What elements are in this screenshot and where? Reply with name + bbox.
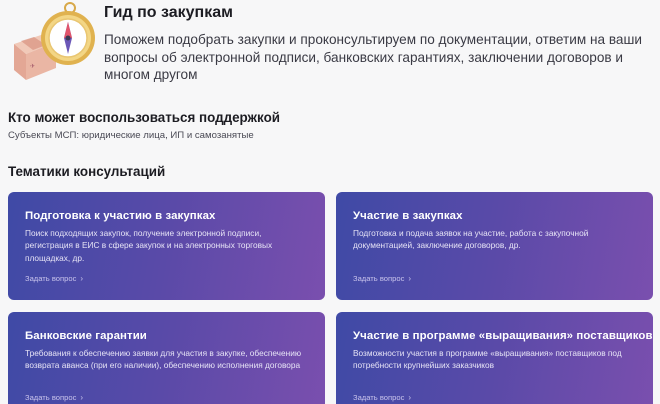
card-description: Требования к обеспечению заявки для учас… — [25, 348, 302, 371]
card-description: Возможности участия в программе «выращив… — [353, 348, 622, 371]
svg-text:✈: ✈ — [30, 63, 35, 70]
hero-description: Поможем подобрать закупки и проконсульти… — [104, 32, 642, 82]
ask-question-link[interactable]: Задать вопрос › — [353, 274, 411, 283]
chevron-right-icon: › — [80, 274, 84, 283]
card-description: Поиск подходящих закупок, получение элек… — [25, 228, 273, 263]
page-title: Гид по закупкам — [104, 4, 233, 21]
chevron-right-icon: › — [408, 393, 412, 402]
card-title: Банковские гарантии — [25, 330, 147, 342]
ask-question-label: Задать вопрос — [353, 393, 405, 402]
compass-and-box-icon: ✈ — [4, 0, 100, 96]
ask-question-label: Задать вопрос — [25, 274, 77, 283]
support-subtitle: Субъекты МСП: юридические лица, ИП и сам… — [8, 130, 254, 141]
chevron-right-icon: › — [80, 393, 84, 402]
topic-card-participation[interactable]: Участие в закупках Подготовка и подача з… — [336, 192, 653, 300]
card-title: Участие в программе «выращивания» постав… — [353, 330, 653, 342]
card-title: Подготовка к участию в закупках — [25, 210, 216, 222]
chevron-right-icon: › — [408, 274, 412, 283]
support-heading: Кто может воспользоваться поддержкой — [8, 110, 280, 125]
ask-question-link[interactable]: Задать вопрос › — [25, 393, 83, 402]
topic-card-bank-guarantees[interactable]: Банковские гарантии Требования к обеспеч… — [8, 312, 325, 404]
card-description: Подготовка и подача заявок на участие, р… — [353, 228, 589, 251]
hero-section: ✈ Гид по закупкам Поможем подобрать заку… — [0, 0, 660, 100]
topic-card-supplier-program[interactable]: Участие в программе «выращивания» постав… — [336, 312, 653, 404]
ask-question-label: Задать вопрос — [25, 393, 77, 402]
ask-question-label: Задать вопрос — [353, 274, 405, 283]
ask-question-link[interactable]: Задать вопрос › — [353, 393, 411, 402]
topic-card-preparation[interactable]: Подготовка к участию в закупках Поиск по… — [8, 192, 325, 300]
card-title: Участие в закупках — [353, 210, 463, 222]
topics-heading: Тематики консультаций — [8, 164, 166, 179]
ask-question-link[interactable]: Задать вопрос › — [25, 274, 83, 283]
